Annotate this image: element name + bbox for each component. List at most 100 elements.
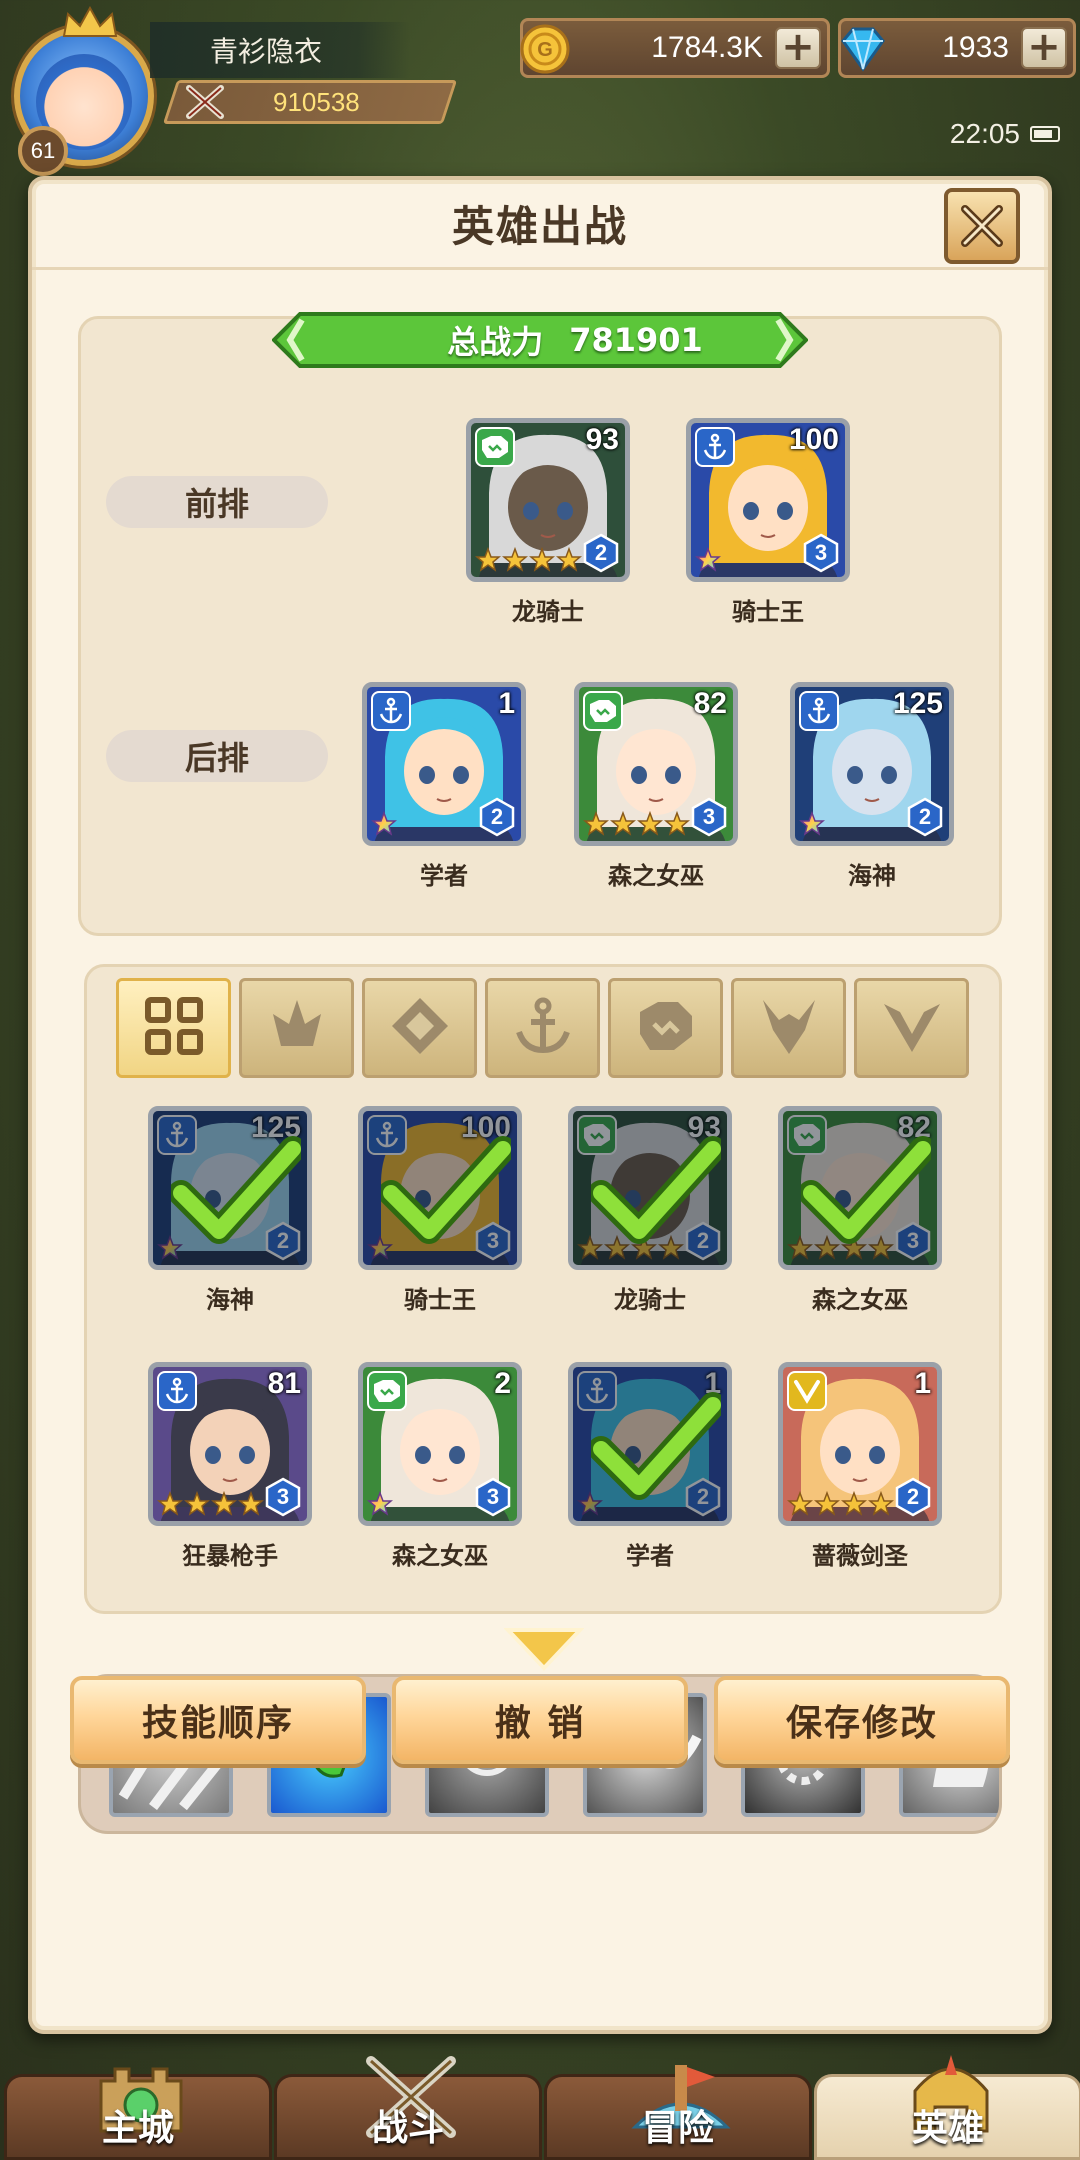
hero-card[interactable]: 1 2 蔷薇剑圣 [778,1362,948,1571]
hero-portrait-frame[interactable]: 23 [358,1362,522,1526]
undo-button[interactable]: 撤 销 [392,1676,688,1764]
filter-fire[interactable] [239,978,354,1078]
gold-counter: G 1784.3K + [520,18,830,78]
hero-portrait-frame[interactable]: 12 [362,682,526,846]
hero-level: 100 [788,423,839,456]
add-gold-button[interactable]: + [775,27,821,69]
hero-grade-badge: 3 [263,1477,303,1517]
nav-tab-1[interactable]: 战斗 [274,2056,542,2160]
anchor-icon [371,691,411,731]
hero-name: 学者 [626,1542,674,1570]
hero-card[interactable]: 93 2 龙骑士 [466,418,636,627]
bottom-navigation: 主城 战斗 冒险 英雄 [0,2040,1080,2160]
hero-name: 骑士王 [404,1286,476,1314]
status-clock: 22:05 [950,118,1060,150]
hero-name: 狂暴枪手 [182,1542,278,1570]
gold-coin-icon: G [520,24,570,74]
total-power-label: 总战力 [447,323,544,361]
anchor-icon [157,1371,197,1411]
hero-portrait-frame[interactable]: 12 [778,1362,942,1526]
diamond-rune-icon [388,994,452,1062]
filter-all-grid[interactable] [116,978,231,1078]
anchor-icon [799,691,839,731]
player-power-plate: 910538 [162,80,458,124]
hero-level: 81 [267,1367,301,1400]
gem-counter: 1933 + [838,18,1076,78]
nav-tab-3[interactable]: 英雄 [814,2055,1080,2160]
player-level-badge: 61 [18,126,68,176]
wing-v-icon [880,994,944,1062]
hero-card[interactable]: 100 3 骑士王 [358,1106,528,1315]
filter-wing-v[interactable] [854,978,969,1078]
player-power-value: 910538 [273,86,360,117]
nav-tab-0[interactable]: 主城 [4,2067,272,2160]
leaf-skill-icon [271,1697,387,1813]
hero-grade-value: 2 [918,804,932,829]
add-gem-button[interactable]: + [1021,27,1067,69]
back-row-label: 后排 [106,730,328,782]
filter-beast[interactable] [608,978,723,1078]
beast-icon [475,427,515,467]
hero-grade-value: 2 [490,804,504,829]
total-power-banner: 总战力 781901 [271,310,878,370]
nav-tab-label: 英雄 [911,2108,984,2149]
svg-text:G: G [537,39,553,61]
hero-portrait-frame[interactable]: 82 3 [778,1106,942,1270]
hero-card[interactable]: 93 2 龙骑士 [568,1106,738,1315]
hero-grade-badge: 2 [581,533,621,573]
skill-order-button[interactable]: 技能顺序 [70,1676,366,1764]
hero-level: 93 [585,423,619,456]
hero-stars [799,811,825,837]
beast-icon [583,691,623,731]
expand-arrow-icon[interactable] [504,1624,584,1672]
hero-stars [787,1491,894,1517]
hero-portrait-frame[interactable]: 125 2 [148,1106,312,1270]
hero-grade-badge: 2 [905,797,945,837]
vortex-skill-icon [429,1697,545,1813]
hero-card[interactable]: 1 2 学者 [362,682,532,891]
hero-card[interactable]: 81 3 狂暴枪手 [148,1362,318,1571]
hero-stars [157,1491,264,1517]
hero-portrait-frame[interactable]: 100 3 [358,1106,522,1270]
close-icon [961,205,1003,247]
slash-skill-icon [113,1697,229,1813]
hero-portrait-frame[interactable]: 100 3 [686,418,850,582]
filter-anchor[interactable] [485,978,600,1078]
hero-card[interactable]: 125 2 海神 [148,1106,318,1315]
anchor-icon [695,427,735,467]
hero-grade-badge: 2 [893,1477,933,1517]
hero-portrait-frame[interactable]: 93 2 [466,418,630,582]
front-row-label: 前排 [106,476,328,528]
hero-name: 海神 [848,862,896,890]
close-button[interactable] [944,188,1020,264]
hero-grade-value: 2 [906,1484,920,1509]
hero-card[interactable]: 1 2 学者 [568,1362,738,1571]
filter-diamond-rune[interactable] [362,978,477,1078]
hero-portrait-frame[interactable]: 12 [568,1362,732,1526]
hero-card[interactable]: 100 3 骑士王 [686,418,856,627]
hero-card[interactable]: 82 3 森之女巫 [574,682,744,891]
player-avatar[interactable]: 61 [4,6,174,176]
save-changes-button[interactable]: 保存修改 [714,1676,1010,1764]
hero-portrait-frame[interactable]: 125 2 [790,682,954,846]
hero-stars [475,547,582,573]
wave-skill-icon [587,1697,703,1813]
hero-grade-value: 3 [702,804,716,829]
nav-tab-2[interactable]: 冒险 [544,2065,812,2160]
player-name: 青衫隐衣 [150,22,410,78]
fire-icon [265,994,329,1062]
hero-stars [695,547,721,573]
hero-portrait-frame[interactable]: 81 3 [148,1362,312,1526]
crown-icon [62,6,118,37]
hero-name: 海神 [206,1286,254,1314]
hero-portrait-frame[interactable]: 93 2 [568,1106,732,1270]
gem-icon [841,27,885,72]
hero-card[interactable]: 125 2 海神 [790,682,960,891]
gear-skill-icon [745,1697,861,1813]
hero-card[interactable]: 2 3 森之女巫 [358,1362,528,1571]
hero-stars [371,811,397,837]
beast-icon [367,1371,407,1411]
filter-demon-horn[interactable] [731,978,846,1078]
hero-card[interactable]: 82 3 森之女巫 [778,1106,948,1315]
hero-portrait-frame[interactable]: 82 3 [574,682,738,846]
